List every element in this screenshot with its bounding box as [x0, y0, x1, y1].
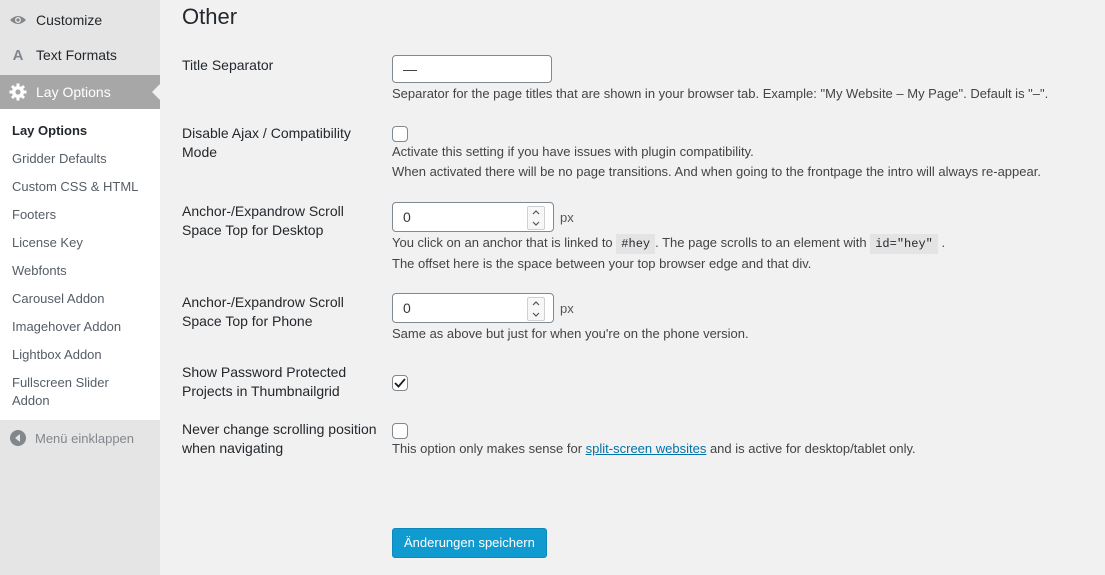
- setting-description: Same as above but just for when you're o…: [392, 326, 749, 341]
- desc-text: . The page scrolls to an element with: [655, 235, 867, 250]
- input-value: 0: [403, 209, 411, 225]
- setting-label: Anchor-/Expandrow Scroll Space Top for P…: [182, 294, 344, 329]
- setting-field: [392, 375, 1105, 391]
- submenu-item-lay-options[interactable]: Lay Options: [0, 115, 160, 145]
- setting-field: Activate this setting if you have issues…: [392, 126, 1105, 182]
- page-title: Other: [182, 4, 238, 29]
- setting-description: The offset here is the space between you…: [392, 256, 812, 271]
- submenu-item-gridder-defaults[interactable]: Gridder Defaults: [0, 145, 160, 173]
- submenu-item-custom-css-html[interactable]: Custom CSS & HTML: [0, 173, 160, 201]
- anchor-desktop-number-input[interactable]: 0: [392, 202, 554, 232]
- setting-label: Never change scrolling position when nav…: [182, 421, 377, 456]
- setting-description: Activate this setting if you have issues…: [392, 144, 754, 159]
- setting-label: Anchor-/Expandrow Scroll Space Top for D…: [182, 203, 344, 238]
- submenu-item-fullscreen-slider-addon[interactable]: Fullscreen Slider Addon: [0, 369, 129, 415]
- unit-label: px: [560, 209, 574, 225]
- number-spinner[interactable]: [527, 206, 545, 230]
- setting-field: 0 px You click on an anchor that is link…: [392, 202, 1105, 274]
- submenu-item-footers[interactable]: Footers: [0, 201, 160, 229]
- disable-ajax-checkbox[interactable]: [392, 126, 408, 142]
- setting-field: 0 px Same as above but just for when you…: [392, 293, 1105, 344]
- submenu: Lay Options Gridder Defaults Custom CSS …: [0, 109, 160, 420]
- chevron-down-icon[interactable]: [532, 312, 540, 317]
- collapse-arrow-icon: [10, 430, 26, 446]
- title-separator-input[interactable]: [392, 55, 552, 83]
- menu-item-text-formats[interactable]: A Text Formats: [0, 38, 160, 72]
- menu-item-customize[interactable]: Customize: [0, 3, 160, 37]
- menu-item-label: Customize: [36, 12, 103, 28]
- show-password-checkbox[interactable]: [392, 375, 408, 391]
- save-changes-button[interactable]: Änderungen speichern: [392, 528, 547, 558]
- submenu-item-carousel-addon[interactable]: Carousel Addon: [0, 285, 160, 313]
- input-value: 0: [403, 300, 411, 316]
- menu-item-lay-options[interactable]: Lay Options: [0, 75, 160, 109]
- chevron-up-icon[interactable]: [532, 301, 540, 306]
- split-screen-link[interactable]: split-screen websites: [586, 441, 707, 456]
- desc-text: and is active for desktop/tablet only.: [709, 441, 916, 456]
- desc-text: This option only makes sense for: [392, 441, 583, 456]
- never-change-scroll-checkbox[interactable]: [392, 423, 408, 439]
- setting-label: Show Password Protected Projects in Thum…: [182, 364, 347, 399]
- submenu-item-webfonts[interactable]: Webfonts: [0, 257, 160, 285]
- anchor-phone-number-input[interactable]: 0: [392, 293, 554, 323]
- admin-sidebar: Customize A Text Formats Lay Options Lay…: [0, 0, 160, 575]
- setting-field: This option only makes sense for split-s…: [392, 423, 1105, 459]
- setting-description: You click on an anchor that is linked to…: [392, 233, 1105, 254]
- setting-description: Separator for the page titles that are s…: [392, 86, 1049, 101]
- number-spinner[interactable]: [527, 297, 545, 321]
- letter-a-icon: A: [12, 46, 24, 64]
- desc-text: .: [941, 235, 946, 250]
- submenu-item-lightbox-addon[interactable]: Lightbox Addon: [0, 341, 160, 369]
- setting-description: When activated there will be no page tra…: [392, 164, 1041, 179]
- gear-icon: [8, 82, 28, 102]
- collapse-menu-button[interactable]: Menü einklappen: [0, 420, 160, 446]
- checkmark-icon: [394, 378, 406, 388]
- code-snippet: #hey: [616, 234, 656, 254]
- setting-field: Separator for the page titles that are s…: [392, 55, 1105, 104]
- desc-text: You click on an anchor that is linked to: [392, 235, 613, 250]
- setting-description: This option only makes sense for split-s…: [392, 439, 1105, 459]
- setting-label: Disable Ajax / Compatibility Mode: [182, 125, 351, 160]
- code-snippet: id="hey": [870, 234, 938, 254]
- setting-label: Title Separator: [182, 57, 274, 73]
- menu-item-label: Text Formats: [36, 47, 117, 63]
- eye-icon: [8, 10, 28, 30]
- collapse-label: Menü einklappen: [35, 430, 135, 446]
- chevron-up-icon[interactable]: [532, 210, 540, 215]
- unit-label: px: [560, 300, 574, 316]
- menu-item-label: Lay Options: [36, 84, 111, 100]
- submenu-item-license-key[interactable]: License Key: [0, 229, 160, 257]
- chevron-down-icon[interactable]: [532, 221, 540, 226]
- submenu-item-imagehover-addon[interactable]: Imagehover Addon: [0, 313, 160, 341]
